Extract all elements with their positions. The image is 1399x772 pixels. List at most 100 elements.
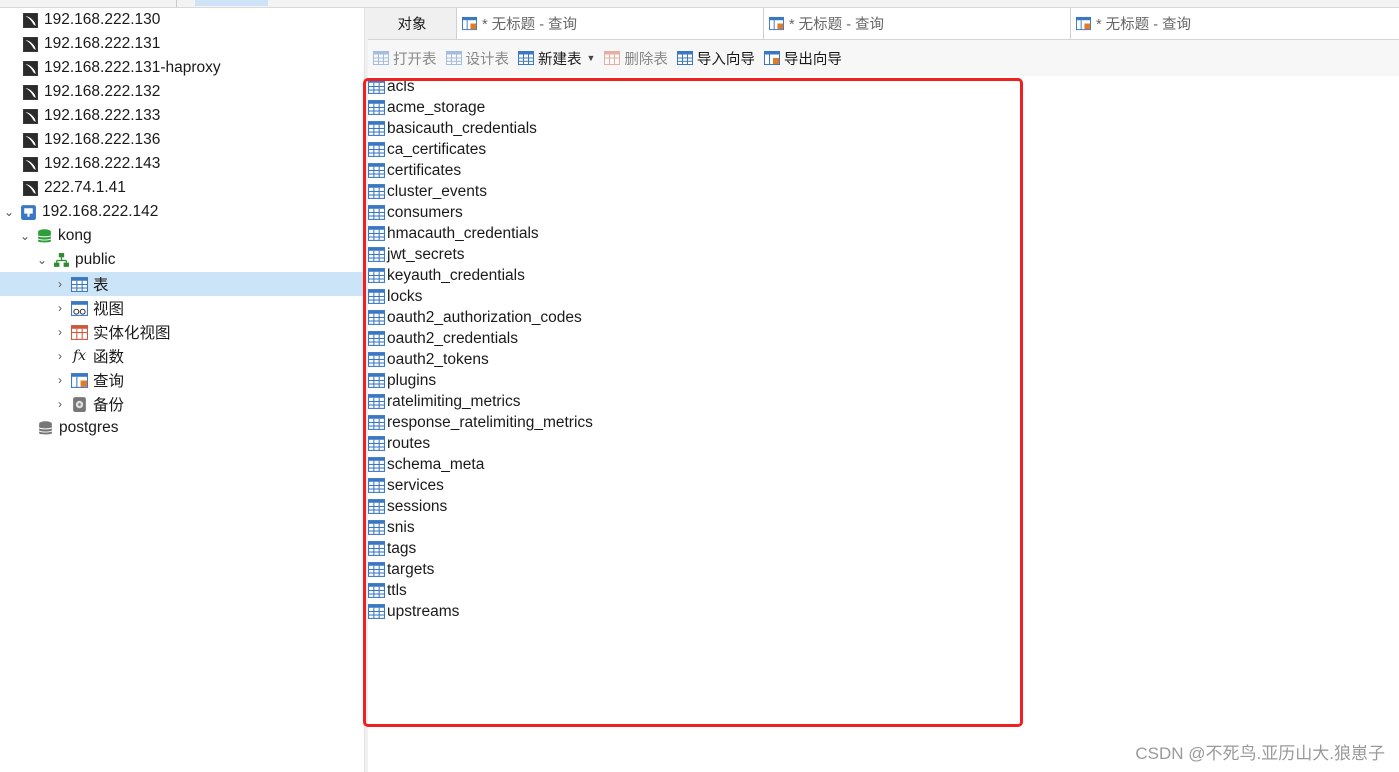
tab-query[interactable]: * 无标题 - 查询 [456,8,763,39]
table-icon [368,330,385,347]
table-list-item[interactable]: basicauth_credentials [368,118,537,139]
connection-item[interactable]: 192.168.222.131-haproxy [0,56,364,80]
query-icon [1076,16,1091,31]
sidebar-item-label: 备份 [93,397,125,414]
table-name: ttls [387,581,407,599]
table-list-item[interactable]: oauth2_credentials [368,328,518,349]
sidebar-item-views[interactable]: › 视图 [0,296,364,320]
table-icon [368,225,385,242]
table-name: oauth2_authorization_codes [387,308,582,326]
chevron-right-icon[interactable]: › [53,373,67,387]
connection-label: 192.168.222.132 [44,83,161,100]
table-list-item[interactable]: snis [368,517,415,538]
tab-label: * 无标题 - 查询 [1096,17,1192,33]
table-list-item[interactable]: services [368,475,444,496]
sidebar-item-queries[interactable]: › 查询 [0,368,364,392]
table-list-item[interactable]: sessions [368,496,447,517]
table-icon [368,435,385,452]
sidebar-item-tables[interactable]: › 表 [0,272,364,296]
table-list-item[interactable]: acme_storage [368,97,485,118]
table-list-item[interactable]: ca_certificates [368,139,486,160]
table-icon [368,141,385,158]
top-strip [0,0,1399,8]
table-name: snis [387,518,415,536]
design-table-button[interactable]: 设计表 [446,48,510,69]
table-list-item[interactable]: jwt_secrets [368,244,465,265]
watermark: CSDN @不死鸟.亚历山大.狼崽子 [1135,744,1385,763]
connection-item[interactable]: 192.168.222.136 [0,128,364,152]
table-name: consumers [387,203,463,221]
table-name: jwt_secrets [387,245,465,263]
table-list-item[interactable]: targets [368,559,434,580]
chevron-down-icon[interactable]: ⌄ [2,205,16,219]
table-list-item[interactable]: oauth2_authorization_codes [368,307,582,328]
tab-query[interactable]: * 无标题 - 查询 [1070,8,1399,39]
table-list-item[interactable]: consumers [368,202,463,223]
table-list-item[interactable]: schema_meta [368,454,484,475]
chevron-right-icon[interactable]: › [53,277,67,291]
connection-item[interactable]: 222.74.1.41 [0,176,364,200]
table-list-item[interactable]: ttls [368,580,407,601]
open-table-button[interactable]: 打开表 [373,48,437,69]
object-toolbar: 打开表 设计表 新建表 ▼ 删除表 导入向导 导出向导 [368,40,1399,76]
table-list-item[interactable]: locks [368,286,422,307]
database-label: postgres [59,419,119,436]
import-wizard-button[interactable]: 导入向导 [677,48,755,69]
materialized-view-icon [71,324,88,341]
table-list-item[interactable]: routes [368,433,430,454]
tab-query[interactable]: * 无标题 - 查询 [763,8,1070,39]
connection-item[interactable]: 192.168.222.143 [0,152,364,176]
connection-label: 192.168.222.131 [44,35,161,52]
export-wizard-button[interactable]: 导出向导 [764,48,842,69]
database-item-postgres[interactable]: postgres [0,416,364,440]
table-list-item[interactable]: ratelimiting_metrics [368,391,521,412]
connection-item[interactable]: 192.168.222.133 [0,104,364,128]
table-list-item[interactable]: hmacauth_credentials [368,223,539,244]
dropdown-arrow-icon[interactable]: ▼ [587,53,596,63]
delete-table-icon [604,50,620,66]
view-icon [71,300,88,317]
table-list-item[interactable]: cluster_events [368,181,487,202]
table-list-item[interactable]: plugins [368,370,436,391]
schema-label: public [75,251,116,268]
table-list-item[interactable]: oauth2_tokens [368,349,489,370]
chevron-right-icon[interactable]: › [53,349,67,363]
table-list-item[interactable]: certificates [368,160,461,181]
delete-table-button[interactable]: 删除表 [604,48,668,69]
table-list-item[interactable]: acls [368,76,415,97]
database-icon [37,420,54,437]
table-list-item[interactable]: keyauth_credentials [368,265,525,286]
connection-item[interactable]: 192.168.222.130 [0,8,364,32]
chevron-down-icon[interactable]: ⌄ [35,253,49,267]
connection-item[interactable]: 192.168.222.132 [0,80,364,104]
sidebar-item-backups[interactable]: › 备份 [0,392,364,416]
postgresql-connection-icon [20,204,37,221]
connection-label: 192.168.222.142 [42,203,159,220]
open-table-icon [373,50,389,66]
connection-item[interactable]: 192.168.222.131 [0,32,364,56]
database-item-kong[interactable]: ⌄ kong [0,224,364,248]
table-list-item[interactable]: tags [368,538,416,559]
tab-objects[interactable]: 对象 [368,8,456,39]
table-list-item[interactable]: upstreams [368,601,459,622]
database-icon [36,228,53,245]
mysql-connection-icon [22,180,39,197]
connection-label: 192.168.222.136 [44,131,161,148]
sidebar-item-functions[interactable]: › fx 函数 [0,344,364,368]
schema-item-public[interactable]: ⌄ public [0,248,364,272]
chevron-down-icon[interactable]: ⌄ [18,229,32,243]
mysql-connection-icon [22,84,39,101]
table-list-item[interactable]: response_ratelimiting_metrics [368,412,593,433]
chevron-right-icon[interactable]: › [53,325,67,339]
table-icon [368,540,385,557]
sidebar-item-materialized-views[interactable]: › 实体化视图 [0,320,364,344]
chevron-right-icon[interactable]: › [53,397,67,411]
connection-item-expanded[interactable]: ⌄ 192.168.222.142 [0,200,364,224]
button-label: 删除表 [624,51,668,68]
button-label: 设计表 [465,51,510,68]
schema-icon [53,252,70,269]
new-table-button[interactable]: 新建表 ▼ [518,48,595,69]
table-icon [368,183,385,200]
chevron-right-icon[interactable]: › [53,301,67,315]
query-icon [462,16,477,31]
